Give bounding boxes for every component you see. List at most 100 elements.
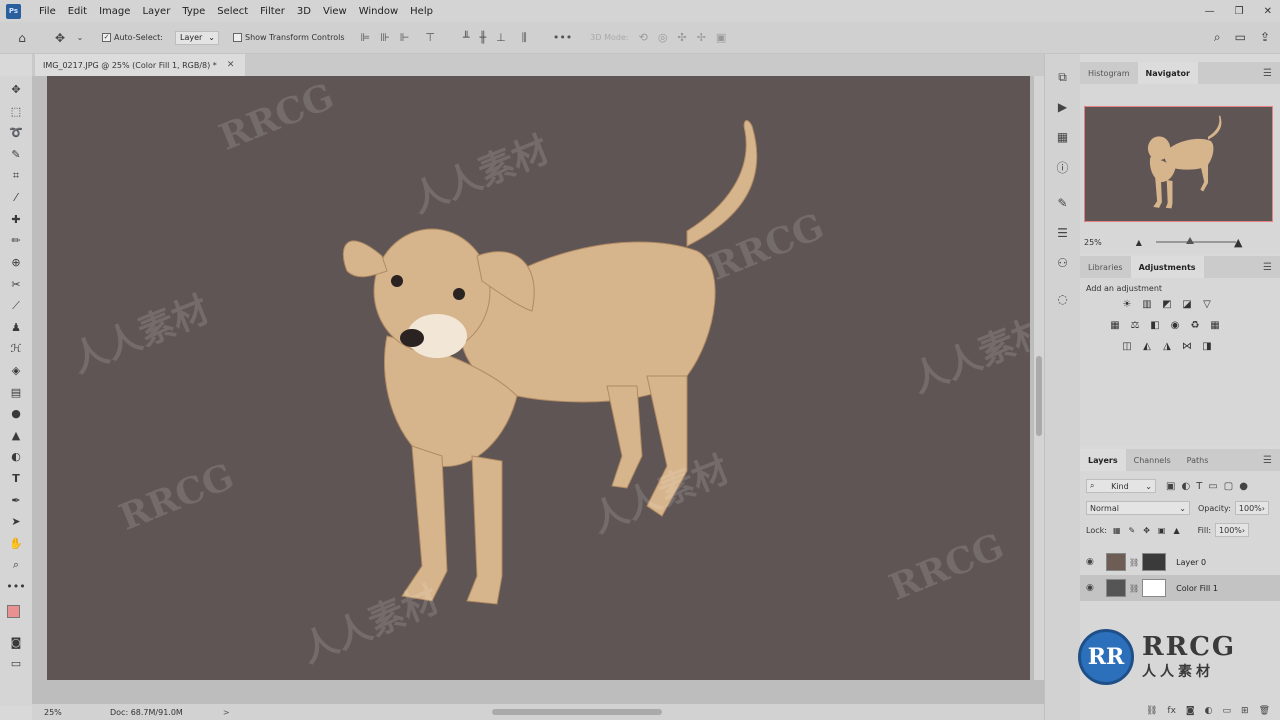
layer-name[interactable]: Layer 0 xyxy=(1176,558,1206,567)
actions-play-icon[interactable]: ▶ xyxy=(1054,98,1072,116)
eyedropper-tool-icon[interactable]: ⁄ xyxy=(6,187,26,209)
more-options-icon[interactable]: ••• xyxy=(553,31,572,45)
document-canvas[interactable]: RRCG 人人素材 人人素材 RRCG RRCG 人人素材 RRCG 人人素材 … xyxy=(47,76,1030,680)
align-vcenter-icon[interactable]: ╫ xyxy=(480,31,487,45)
filter-shape-icon[interactable]: ▭ xyxy=(1208,481,1217,492)
restore-icon[interactable]: ❐ xyxy=(1235,6,1244,17)
panel-menu-icon[interactable]: ☰ xyxy=(1263,455,1272,466)
navigator-zoom-knob[interactable] xyxy=(1186,237,1194,244)
brushes-icon[interactable]: ✎ xyxy=(1054,194,1072,212)
menu-file[interactable]: File xyxy=(33,6,62,17)
layer-mask-thumbnail[interactable] xyxy=(1142,579,1167,597)
horizontal-scrollbar-thumb[interactable] xyxy=(492,709,662,715)
close-window-icon[interactable]: ✕ xyxy=(1264,6,1272,17)
align-bottom-icon[interactable]: ⊥ xyxy=(496,31,506,45)
share-icon[interactable]: ⇪ xyxy=(1260,30,1270,45)
brush-icon[interactable]: ⟋ xyxy=(6,295,26,317)
learn-lightbulb-icon[interactable]: ◌ xyxy=(1054,290,1072,308)
history-icon[interactable]: ⧉ xyxy=(1054,68,1072,86)
align-left-icon[interactable]: ⊫ xyxy=(361,31,371,45)
vibrance-icon[interactable]: ▽ xyxy=(1200,297,1214,311)
trash-icon[interactable]: 🗑 xyxy=(1259,706,1270,716)
lock-transparency-icon[interactable]: ▦ xyxy=(1113,526,1121,535)
tab-libraries[interactable]: Libraries xyxy=(1080,256,1131,278)
workspace-icon[interactable]: ▭ xyxy=(1235,30,1246,45)
threshold-icon[interactable]: ◮ xyxy=(1160,339,1174,353)
slide-3d-icon[interactable]: ✢ xyxy=(697,31,706,44)
lock-pixels-icon[interactable]: ✎ xyxy=(1129,526,1136,535)
link-layers-icon[interactable]: ⛓ xyxy=(1146,706,1157,716)
fx-icon[interactable]: fx xyxy=(1167,706,1176,716)
move-tool-icon[interactable]: ✥ xyxy=(52,30,68,46)
color-lookup-icon[interactable]: ▦ xyxy=(1208,318,1222,332)
home-icon[interactable]: ⌂ xyxy=(14,30,30,46)
marquee-tool-icon[interactable]: ⬚ xyxy=(6,101,26,123)
healing-brush-tool-icon[interactable]: ✚ xyxy=(6,209,26,231)
quick-select-tool-icon[interactable]: ✎ xyxy=(6,144,26,166)
scrollbar-thumb[interactable] xyxy=(1036,356,1042,436)
menu-select[interactable]: Select xyxy=(211,6,254,17)
tab-navigator[interactable]: Navigator xyxy=(1137,62,1198,84)
close-icon[interactable]: ✕ xyxy=(227,60,235,70)
foreground-color-swatch[interactable] xyxy=(7,605,20,619)
screen-mode-icon[interactable]: ▭ xyxy=(6,653,26,675)
move-tool-icon[interactable]: ✥ xyxy=(6,79,26,101)
exposure-icon[interactable]: ◪ xyxy=(1180,297,1194,311)
type-tool-icon[interactable]: T xyxy=(6,468,26,490)
crop-tool-icon[interactable]: ⌗ xyxy=(6,165,26,187)
tab-histogram[interactable]: Histogram xyxy=(1080,62,1138,84)
curves-icon[interactable]: ◩ xyxy=(1160,297,1174,311)
align-top-icon[interactable]: ⊤ xyxy=(425,31,435,45)
status-zoom[interactable]: 25% xyxy=(44,708,94,717)
show-transform-checkbox[interactable]: Show Transform Controls xyxy=(232,33,345,42)
tab-adjustments[interactable]: Adjustments xyxy=(1130,256,1204,278)
menu-3d[interactable]: 3D xyxy=(291,6,317,17)
blend-mode-dropdown[interactable]: Normal ⌄ xyxy=(1086,501,1190,515)
lasso-tool-icon[interactable]: ➰ xyxy=(6,122,26,144)
comments-icon[interactable]: ▦ xyxy=(1054,128,1072,146)
status-menu-arrow[interactable]: > xyxy=(223,708,230,717)
tab-channels[interactable]: Channels xyxy=(1126,449,1179,471)
menu-view[interactable]: View xyxy=(317,6,353,17)
brightness-contrast-icon[interactable]: ☀ xyxy=(1120,297,1134,311)
align-hcenter-icon[interactable]: ⊪ xyxy=(380,31,390,45)
camera-3d-icon[interactable]: ▣ xyxy=(716,31,726,44)
distribute-v-icon[interactable]: ⫼ xyxy=(522,31,527,45)
orbit-3d-icon[interactable]: ⟲ xyxy=(639,31,648,44)
channel-mixer-icon[interactable]: ♻ xyxy=(1188,318,1202,332)
navigator-preview[interactable] xyxy=(1084,106,1273,222)
dodge-tool-icon[interactable]: ◐ xyxy=(6,446,26,468)
vertical-scrollbar[interactable] xyxy=(1034,76,1044,680)
new-group-icon[interactable]: ▭ xyxy=(1223,706,1232,716)
filter-type-icon[interactable]: T xyxy=(1196,481,1202,492)
edit-toolbar-icon[interactable]: ••• xyxy=(6,576,26,598)
eraser-tool-icon[interactable]: ◈ xyxy=(6,360,26,382)
clone-stamp-tool-icon[interactable]: ♟ xyxy=(6,317,26,339)
align-right-icon[interactable]: ⊩ xyxy=(400,31,410,45)
filter-smart-object-icon[interactable]: ▢ xyxy=(1224,481,1233,492)
menu-help[interactable]: Help xyxy=(404,6,439,17)
color-swatches[interactable] xyxy=(4,601,28,631)
photo-filter-icon[interactable]: ◉ xyxy=(1168,318,1182,332)
layer-mask-thumbnail[interactable] xyxy=(1142,553,1167,571)
sharpen-tool-icon[interactable]: ▲ xyxy=(6,425,26,447)
menu-layer[interactable]: Layer xyxy=(136,6,176,17)
properties-icon[interactable]: ☰ xyxy=(1054,224,1072,242)
opacity-field[interactable]: 100% › xyxy=(1234,501,1269,515)
levels-icon[interactable]: ▥ xyxy=(1140,297,1154,311)
quick-mask-icon[interactable]: ◙ xyxy=(6,631,26,653)
blur-tool-icon[interactable]: ● xyxy=(6,403,26,425)
gradient-map-icon[interactable]: ◨ xyxy=(1200,339,1214,353)
new-layer-icon[interactable]: ⊞ xyxy=(1241,706,1249,716)
black-white-icon[interactable]: ◧ xyxy=(1148,318,1162,332)
menu-edit[interactable]: Edit xyxy=(62,6,93,17)
path-select-tool-icon[interactable]: ➤ xyxy=(6,511,26,533)
layer-name[interactable]: Color Fill 1 xyxy=(1176,584,1218,593)
search-icon[interactable]: ⌕ xyxy=(1214,30,1221,45)
minimize-icon[interactable]: — xyxy=(1205,6,1215,17)
zoom-out-icon[interactable]: ▲ xyxy=(1136,238,1142,247)
filter-toggle-icon[interactable]: ● xyxy=(1239,481,1248,492)
tab-paths[interactable]: Paths xyxy=(1179,449,1217,471)
history-brush-tool-icon[interactable]: ✂ xyxy=(6,273,26,295)
posterize-icon[interactable]: ◭ xyxy=(1140,339,1154,353)
